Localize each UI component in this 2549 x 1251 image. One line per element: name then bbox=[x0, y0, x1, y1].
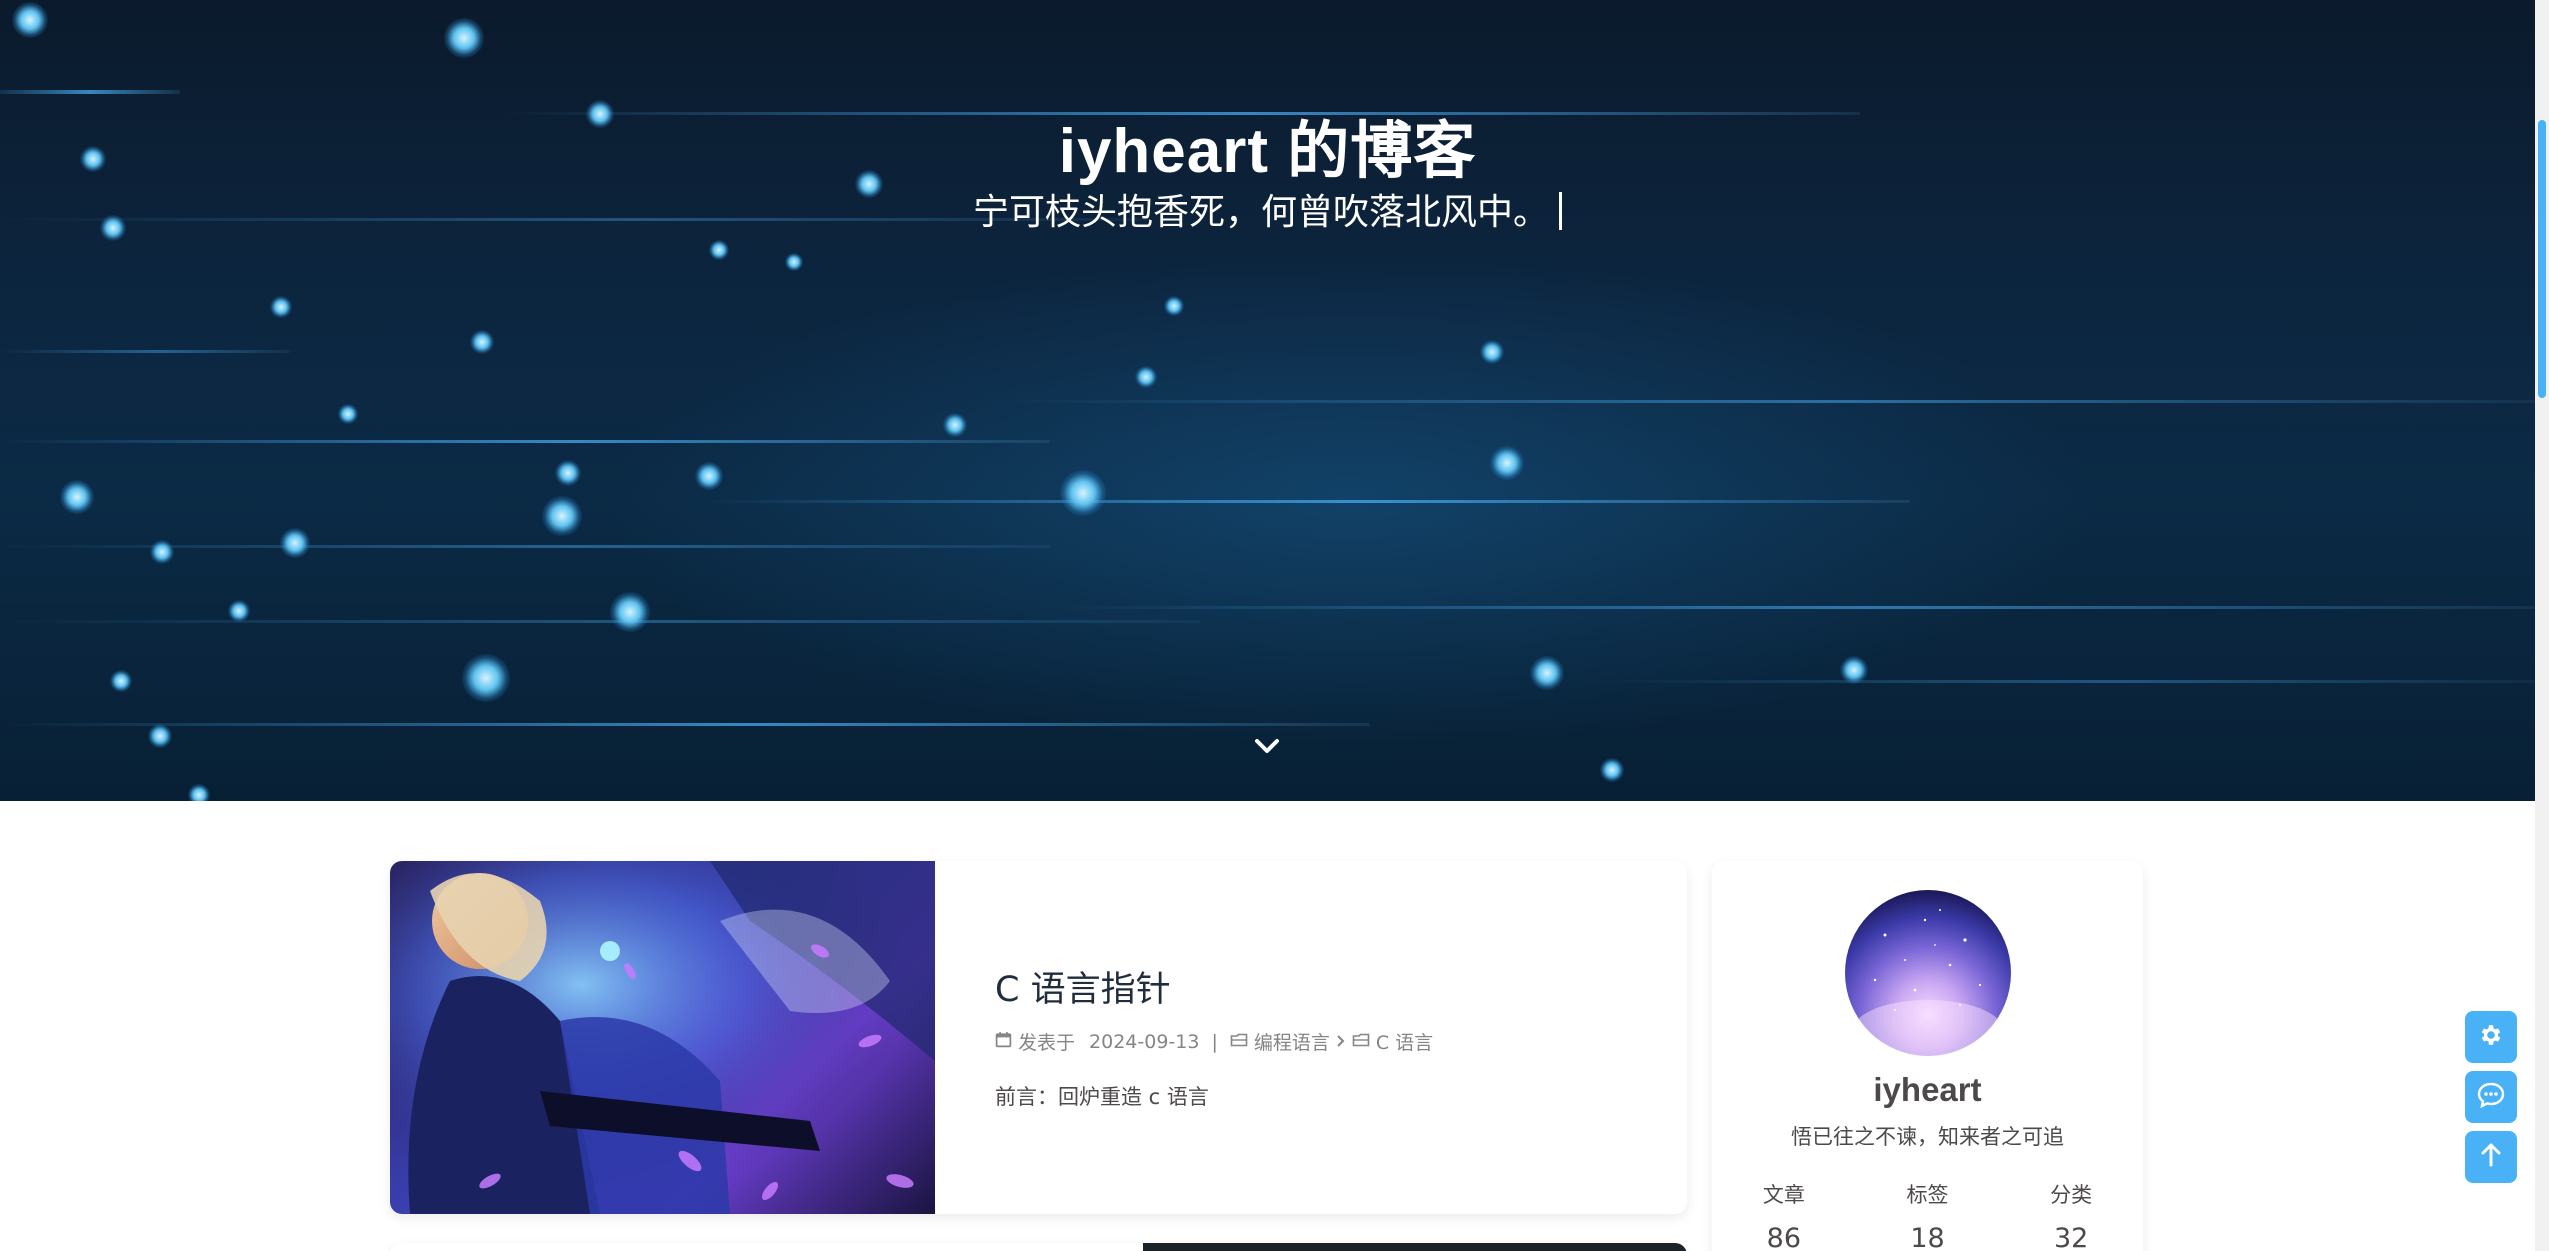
light-streak bbox=[0, 90, 180, 94]
bokeh-dot bbox=[785, 253, 803, 271]
bokeh-dot bbox=[695, 462, 723, 490]
bokeh-dot bbox=[150, 540, 174, 564]
author-card: iyheart 悟已往之不谏，知来者之可追 文章 86 标签 18 分类 32 bbox=[1712, 861, 2143, 1251]
bokeh-dot bbox=[470, 330, 494, 354]
folder-icon bbox=[1352, 1031, 1370, 1053]
bokeh-dot bbox=[1135, 366, 1157, 388]
comment-icon bbox=[2477, 1082, 2505, 1112]
light-streak bbox=[1600, 680, 2535, 683]
post-category-parent[interactable]: 编程语言 bbox=[1254, 1028, 1330, 1055]
post-card-next bbox=[390, 1243, 1687, 1251]
chevron-down-icon[interactable] bbox=[1252, 735, 1282, 759]
back-to-top-button[interactable] bbox=[2465, 1131, 2517, 1183]
settings-button[interactable] bbox=[2465, 1011, 2517, 1063]
bokeh-dot bbox=[110, 670, 132, 692]
page: iyheart 的博客 宁可枝头抱香死，何曾吹落北风中。 C 语言指针 发表于 … bbox=[0, 0, 2549, 1251]
bokeh-dot bbox=[709, 240, 729, 260]
stat-articles[interactable]: 文章 86 bbox=[1712, 1179, 1856, 1251]
bokeh-dot bbox=[555, 460, 581, 486]
stat-value: 18 bbox=[1910, 1223, 1945, 1251]
arrow-up-icon bbox=[2479, 1142, 2503, 1172]
meta-separator: | bbox=[1211, 1030, 1218, 1053]
bokeh-dot bbox=[12, 2, 48, 38]
stat-value: 32 bbox=[2054, 1223, 2089, 1251]
bokeh-dot bbox=[188, 784, 210, 801]
light-streak bbox=[0, 350, 290, 353]
light-streak bbox=[700, 500, 1910, 503]
scrollbar-thumb[interactable] bbox=[2538, 120, 2546, 398]
folder-icon bbox=[1230, 1031, 1248, 1053]
light-streak bbox=[0, 723, 1370, 726]
light-streak bbox=[1050, 606, 2535, 609]
post-card: C 语言指针 发表于 2024-09-13 | 编程语言 C 语言 前言：回炉重… bbox=[390, 861, 1687, 1214]
bokeh-dot bbox=[60, 480, 94, 514]
post-info: C 语言指针 发表于 2024-09-13 | 编程语言 C 语言 前言：回炉重… bbox=[995, 961, 1645, 1111]
bokeh-dot bbox=[148, 724, 172, 748]
light-streak bbox=[0, 620, 1200, 623]
bokeh-dot bbox=[444, 18, 484, 58]
author-name: iyheart bbox=[1873, 1071, 1982, 1108]
bokeh-dot bbox=[943, 413, 967, 437]
bokeh-dot bbox=[1490, 446, 1524, 480]
bokeh-dot bbox=[462, 654, 510, 702]
bokeh-dot bbox=[1530, 656, 1564, 690]
site-subtitle: 宁可枝头抱香死，何曾吹落北风中。 bbox=[0, 183, 2535, 235]
comment-button[interactable] bbox=[2465, 1071, 2517, 1123]
subtitle-text: 宁可枝头抱香死，何曾吹落北风中。 bbox=[972, 192, 1549, 233]
bokeh-dot bbox=[610, 592, 650, 632]
stat-categories[interactable]: 分类 32 bbox=[1999, 1179, 2143, 1251]
stat-tags[interactable]: 标签 18 bbox=[1856, 1179, 2000, 1251]
chevron-right-icon bbox=[1336, 1031, 1346, 1053]
bokeh-dot bbox=[280, 528, 310, 558]
bokeh-dot bbox=[1060, 470, 1106, 516]
author-description: 悟已往之不谏，知来者之可追 bbox=[1791, 1125, 2064, 1149]
typing-cursor bbox=[1559, 192, 1562, 230]
post-title[interactable]: C 语言指针 bbox=[995, 961, 1645, 1012]
light-streak bbox=[0, 440, 1050, 443]
post-category-child[interactable]: C 语言 bbox=[1376, 1028, 1433, 1055]
hero-banner: iyheart 的博客 宁可枝头抱香死，何曾吹落北风中。 bbox=[0, 0, 2535, 801]
bokeh-dot bbox=[542, 496, 582, 536]
stat-value: 86 bbox=[1766, 1223, 1802, 1251]
bokeh-dot bbox=[1600, 758, 1624, 782]
post-cover-image-next[interactable] bbox=[1143, 1243, 1687, 1251]
stat-label: 分类 bbox=[2050, 1183, 2093, 1207]
avatar[interactable] bbox=[1845, 890, 2011, 1056]
gear-icon bbox=[2478, 1022, 2504, 1052]
post-date: 2024-09-13 bbox=[1089, 1030, 1200, 1053]
page-scrollbar[interactable] bbox=[2535, 0, 2549, 1251]
author-stats: 文章 86 标签 18 分类 32 bbox=[1712, 1179, 2143, 1251]
post-meta: 发表于 2024-09-13 | 编程语言 C 语言 bbox=[995, 1028, 1645, 1055]
site-title: iyheart 的博客 bbox=[1058, 117, 1477, 186]
bokeh-dot bbox=[1164, 296, 1184, 316]
bokeh-dot bbox=[270, 296, 292, 318]
stat-label: 标签 bbox=[1906, 1183, 1949, 1207]
calendar-icon bbox=[995, 1031, 1012, 1053]
post-excerpt: 前言：回炉重造 c 语言 bbox=[995, 1085, 1209, 1109]
post-cover-image[interactable] bbox=[390, 861, 935, 1214]
bokeh-dot bbox=[1840, 656, 1868, 684]
stat-label: 文章 bbox=[1762, 1183, 1805, 1207]
bokeh-dot bbox=[1480, 340, 1504, 364]
post-meta-prefix: 发表于 bbox=[1018, 1032, 1076, 1054]
bokeh-dot bbox=[338, 404, 358, 424]
bokeh-dot bbox=[228, 600, 250, 622]
light-streak bbox=[1000, 400, 2535, 403]
